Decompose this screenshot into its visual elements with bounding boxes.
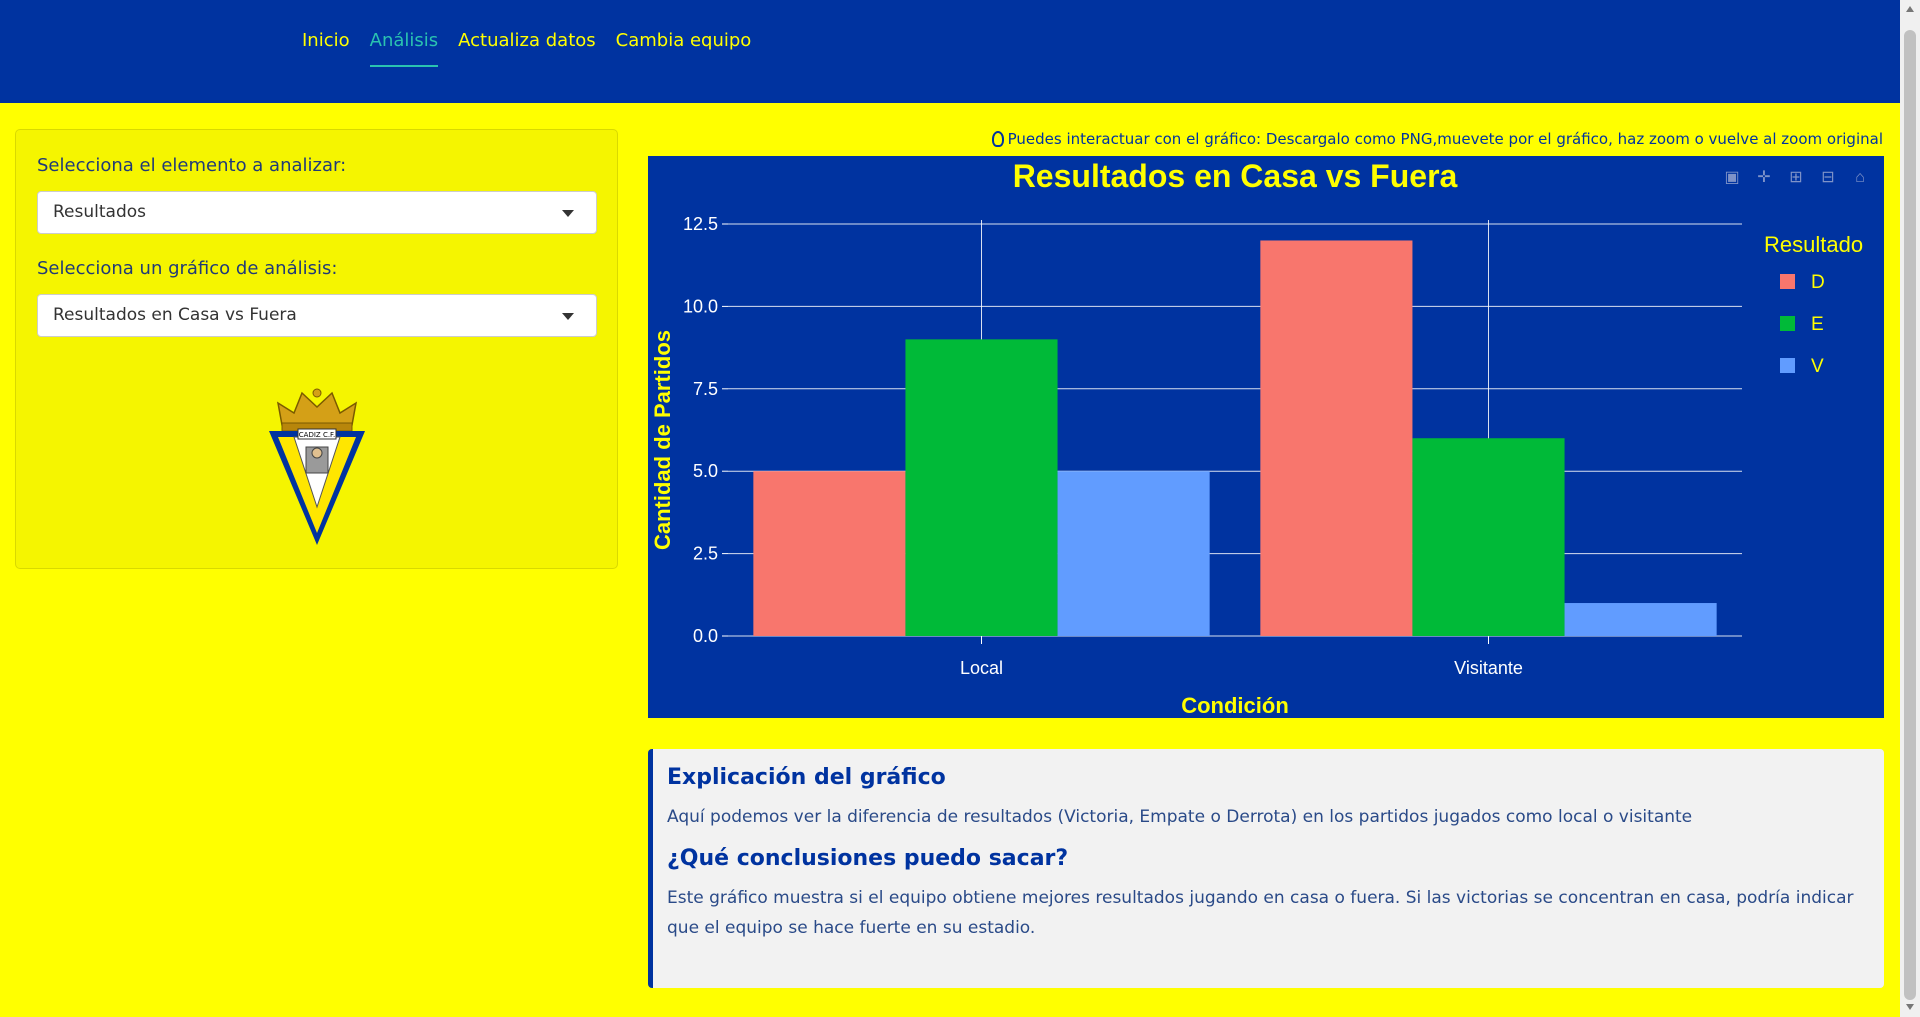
element-select-value: Resultados bbox=[53, 202, 146, 222]
legend-label-D: D bbox=[1811, 272, 1825, 293]
bar-E-Visitante bbox=[1412, 438, 1565, 636]
top-navbar: Inicio Análisis Actualiza datos Cambia e… bbox=[0, 0, 1900, 103]
nav-analisis[interactable]: Análisis bbox=[369, 30, 439, 67]
legend-swatch-D bbox=[1780, 274, 1795, 289]
scroll-down-icon[interactable] bbox=[1906, 1004, 1914, 1010]
y-tick-label: 5.0 bbox=[693, 461, 718, 481]
zoom-in-icon[interactable]: ⊞ bbox=[1786, 168, 1806, 188]
nav-cambia-equipo[interactable]: Cambia equipo bbox=[616, 30, 752, 67]
y-tick-label: 10.0 bbox=[683, 296, 718, 316]
element-select[interactable]: Resultados bbox=[37, 191, 597, 234]
scroll-thumb[interactable] bbox=[1904, 30, 1916, 1000]
y-tick-label: 0.0 bbox=[693, 626, 718, 646]
scroll-up-icon[interactable] bbox=[1906, 6, 1914, 12]
chevron-down-icon bbox=[562, 210, 574, 217]
chart-select[interactable]: Resultados en Casa vs Fuera bbox=[37, 294, 597, 337]
bar-E-Local bbox=[905, 339, 1058, 636]
chart-modebar: ▣ ✛ ⊞ ⊟ ⌂ bbox=[1722, 168, 1870, 188]
crest-text: CADIZ C.F. bbox=[299, 431, 335, 439]
legend-title: Resultado bbox=[1764, 232, 1863, 257]
chart-title: Resultados en Casa vs Fuera bbox=[1013, 158, 1458, 194]
nav-links: Inicio Análisis Actualiza datos Cambia e… bbox=[302, 30, 751, 67]
bar-V-Visitante bbox=[1564, 603, 1717, 636]
bar-chart[interactable]: 0.0 2.5 5.0 7.5 10.0 12.5 Local Visitante Result… bbox=[648, 156, 1884, 718]
camera-icon[interactable]: ▣ bbox=[1722, 168, 1742, 188]
pan-icon[interactable]: ✛ bbox=[1754, 168, 1774, 188]
legend-label-E: E bbox=[1811, 314, 1824, 335]
explanation-text: Aquí podemos ver la diferencia de result… bbox=[667, 807, 1693, 827]
bar-D-Local bbox=[753, 471, 906, 636]
chart-select-value: Resultados en Casa vs Fuera bbox=[53, 305, 297, 325]
x-tick-label: Visitante bbox=[1454, 658, 1523, 678]
home-icon[interactable]: ⌂ bbox=[1850, 168, 1870, 188]
element-select-label: Selecciona el elemento a analizar: bbox=[37, 155, 347, 176]
lightbulb-icon bbox=[991, 131, 1004, 147]
explanation-panel: Explicación del gráfico Aquí podemos ver… bbox=[648, 749, 1884, 988]
y-tick-label: 2.5 bbox=[693, 544, 718, 564]
nav-actualiza-datos[interactable]: Actualiza datos bbox=[458, 30, 596, 67]
explanation-heading: Explicación del gráfico bbox=[667, 765, 946, 790]
hint-text: Puedes interactuar con el gráfico: Desca… bbox=[1007, 130, 1883, 148]
chevron-down-icon bbox=[562, 313, 574, 320]
legend-label-V: V bbox=[1811, 356, 1824, 377]
interaction-hint: Puedes interactuar con el gráfico: Desca… bbox=[991, 130, 1883, 148]
x-axis-label: Condición bbox=[1181, 693, 1289, 718]
x-tick-label: Local bbox=[960, 658, 1003, 678]
y-tick-label: 12.5 bbox=[683, 214, 718, 234]
y-tick-label: 7.5 bbox=[693, 379, 718, 399]
team-crest-logo: CADIZ C.F. bbox=[269, 388, 365, 545]
bar-V-Local bbox=[1057, 471, 1210, 636]
legend-swatch-V bbox=[1780, 358, 1795, 373]
legend-swatch-E bbox=[1780, 316, 1795, 331]
y-axis-label: Cantidad de Partidos bbox=[650, 330, 675, 550]
nav-inicio[interactable]: Inicio bbox=[302, 30, 350, 67]
page-scrollbar[interactable] bbox=[1900, 0, 1920, 1017]
zoom-out-icon[interactable]: ⊟ bbox=[1818, 168, 1838, 188]
conclusions-heading: ¿Qué conclusiones puedo sacar? bbox=[667, 846, 1069, 871]
chart-select-label: Selecciona un gráfico de análisis: bbox=[37, 258, 338, 279]
chart-container[interactable]: 0.0 2.5 5.0 7.5 10.0 12.5 Local Visitante Result… bbox=[648, 156, 1884, 718]
sidebar-panel: Selecciona el elemento a analizar: Resul… bbox=[15, 129, 618, 569]
bar-D-Visitante bbox=[1260, 240, 1413, 636]
conclusions-text: Este gráfico muestra si el equipo obtien… bbox=[667, 888, 1854, 938]
